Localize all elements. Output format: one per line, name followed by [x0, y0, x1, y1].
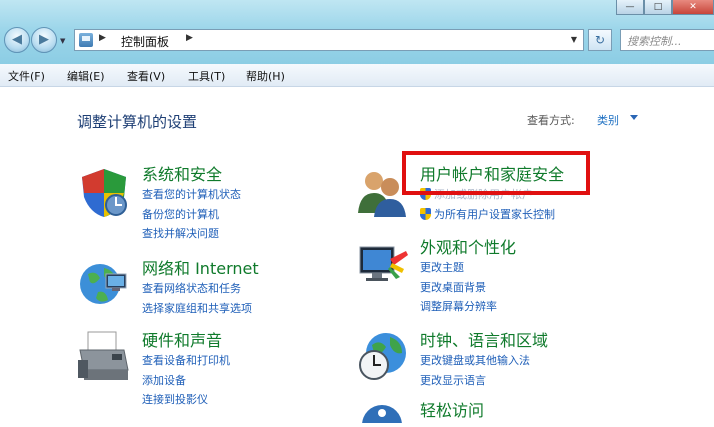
view-by-dropdown[interactable]: 类别 [597, 112, 619, 128]
control-panel-icon [79, 33, 93, 47]
category-title[interactable]: 硬件和声音 [142, 331, 230, 351]
category-clock-language: 时钟、语言和区域 更改键盘或其他输入法 更改显示语言 [420, 331, 548, 390]
ease-of-access-icon[interactable] [360, 403, 406, 427]
arrow-right-icon: ▶ [39, 32, 49, 47]
title-bar: — □ ✕ ◀ ▶ ▼ ▶ 控制面板 ▶ ▼ ↻ 搜索控制... [0, 0, 714, 64]
link-troubleshoot[interactable]: 查找并解决问题 [142, 224, 241, 244]
view-by-arrow-icon[interactable] [630, 115, 638, 120]
chevron-right-icon[interactable]: ▶ [186, 33, 193, 43]
display-paint-icon[interactable] [356, 241, 408, 293]
breadcrumb-control-panel[interactable]: 控制面板 [121, 33, 169, 50]
chevron-right-icon[interactable]: ▶ [99, 33, 106, 43]
view-by-label: 查看方式: [527, 114, 575, 127]
category-ease-of-access: 轻松访问 [420, 401, 484, 421]
menu-edit[interactable]: 编辑(E) [67, 68, 105, 84]
refresh-icon: ↻ [594, 33, 606, 47]
uac-shield-icon [420, 207, 431, 220]
category-title[interactable]: 系统和安全 [142, 165, 241, 185]
close-button[interactable]: ✕ [672, 0, 714, 15]
link-change-keyboard[interactable]: 更改键盘或其他输入法 [420, 351, 548, 371]
search-placeholder: 搜索控制... [627, 35, 682, 48]
menu-help[interactable]: 帮助(H) [246, 68, 285, 84]
menu-bar: 文件(F) 编辑(E) 查看(V) 工具(T) 帮助(H) [0, 64, 714, 87]
minimize-button[interactable]: — [616, 0, 644, 15]
link-backup-computer[interactable]: 备份您的计算机 [142, 205, 241, 225]
recent-pages-dropdown[interactable]: ▼ [60, 37, 65, 45]
menu-tools[interactable]: 工具(T) [188, 68, 225, 84]
page-title: 调整计算机的设置 [77, 113, 198, 131]
category-appearance: 外观和个性化 更改主题 更改桌面背景 调整屏幕分辨率 [420, 238, 516, 317]
link-view-network-status[interactable]: 查看网络状态和任务 [142, 279, 259, 299]
maximize-button[interactable]: □ [644, 0, 672, 15]
window-controls: — □ ✕ [616, 0, 714, 16]
category-title[interactable]: 轻松访问 [420, 401, 484, 421]
link-add-device[interactable]: 添加设备 [142, 371, 230, 391]
refresh-button[interactable]: ↻ [588, 29, 612, 51]
address-bar[interactable]: ▶ 控制面板 ▶ ▼ [74, 29, 584, 51]
search-box[interactable]: 搜索控制... [620, 29, 714, 51]
system-security-shield-icon[interactable] [78, 167, 130, 223]
category-hardware-sound: 硬件和声音 查看设备和打印机 添加设备 连接到投影仪 [142, 331, 230, 410]
link-text[interactable]: 为所有用户设置家长控制 [434, 208, 555, 221]
arrow-left-icon: ◀ [12, 32, 22, 47]
category-title[interactable]: 网络和 Internet [142, 259, 259, 279]
link-change-background[interactable]: 更改桌面背景 [420, 278, 516, 298]
menu-view[interactable]: 查看(V) [127, 68, 165, 84]
category-title[interactable]: 时钟、语言和区域 [420, 331, 548, 351]
link-change-display-language[interactable]: 更改显示语言 [420, 371, 548, 391]
category-network-internet: 网络和 Internet 查看网络状态和任务 选择家庭组和共享选项 [142, 259, 259, 318]
printer-icon[interactable] [76, 330, 132, 390]
highlight-box [402, 151, 590, 195]
category-title[interactable]: 外观和个性化 [420, 238, 516, 258]
link-change-theme[interactable]: 更改主题 [420, 258, 516, 278]
menu-file[interactable]: 文件(F) [8, 68, 45, 84]
link-screen-resolution[interactable]: 调整屏幕分辨率 [420, 297, 516, 317]
back-button[interactable]: ◀ [4, 27, 30, 53]
forward-button[interactable]: ▶ [31, 27, 57, 53]
address-dropdown-icon[interactable]: ▼ [571, 35, 577, 44]
users-icon[interactable] [356, 167, 408, 221]
link-parental-controls[interactable]: 为所有用户设置家长控制 [420, 205, 564, 225]
link-devices-printers[interactable]: 查看设备和打印机 [142, 351, 230, 371]
clock-globe-icon[interactable] [358, 331, 408, 385]
link-connect-projector[interactable]: 连接到投影仪 [142, 390, 230, 410]
category-system-security: 系统和安全 查看您的计算机状态 备份您的计算机 查找并解决问题 [142, 165, 241, 244]
link-view-computer-status[interactable]: 查看您的计算机状态 [142, 185, 241, 205]
link-homegroup-sharing[interactable]: 选择家庭组和共享选项 [142, 299, 259, 319]
chevron-down-icon: ▼ [60, 37, 66, 45]
network-globe-icon[interactable] [78, 260, 130, 312]
control-panel-content: 调整计算机的设置 查看方式: 类别 系统和安全 查看您的计算机状态 备份您的计算… [0, 87, 714, 427]
